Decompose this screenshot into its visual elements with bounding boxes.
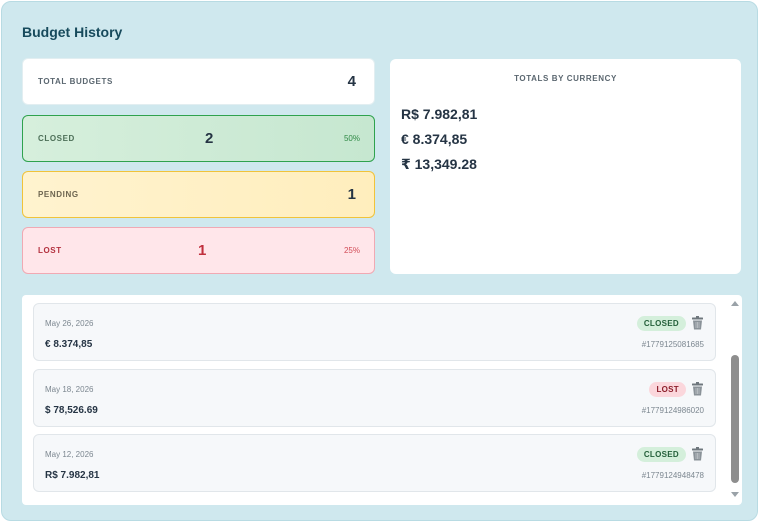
lost-percent: 25% [343,246,360,255]
page-title: Budget History [22,24,123,40]
closed-card: CLOSED 2 50% [22,115,375,162]
list-scrollbar[interactable] [728,295,742,505]
status-badge: CLOSED [636,447,686,462]
budget-history-panel: Budget History TOTAL BUDGETS 4 CLOSED 2 … [1,1,758,521]
pending-card: PENDING 1 [22,171,375,218]
lost-card: LOST 1 25% [22,227,375,274]
pending-value: 1 [347,186,356,203]
budget-entry[interactable]: May 18, 2026 $ 78,526.69 LOST #177912498… [33,369,716,427]
lost-label: LOST [38,246,62,255]
totals-by-currency-card: TOTALS BY CURRENCY R$ 7.982,81 € 8.374,8… [390,59,741,274]
closed-value: 2 [205,130,214,147]
closed-percent: 50% [343,134,360,143]
closed-label: CLOSED [38,134,75,143]
entry-id: #1779124948478 [641,471,704,480]
entry-amount: € 8.374,85 [45,339,93,350]
totals-by-currency-heading: TOTALS BY CURRENCY [514,74,617,83]
lost-value: 1 [198,242,207,259]
currency-total-inr: ₹ 13,349.28 [401,156,477,172]
total-budgets-value: 4 [347,73,356,90]
arrow-up-icon[interactable] [731,301,739,306]
trash-icon[interactable] [691,382,704,396]
currency-total-eur: € 8.374,85 [401,131,468,147]
entry-date: May 26, 2026 [45,319,94,328]
entry-id: #1779125081685 [641,340,704,349]
budget-entry[interactable]: May 12, 2026 R$ 7.982,81 CLOSED #1779124… [33,434,716,492]
entry-amount: R$ 7.982,81 [45,470,100,481]
pending-label: PENDING [38,190,79,199]
budget-entry[interactable]: May 26, 2026 € 8.374,85 CLOSED #17791250… [33,303,716,361]
status-badge: CLOSED [636,316,686,331]
budget-list[interactable]: May 26, 2026 € 8.374,85 CLOSED #17791250… [22,295,742,505]
trash-icon[interactable] [691,447,704,461]
status-badge: LOST [649,382,686,397]
arrow-down-icon[interactable] [731,492,739,497]
scrollbar-thumb[interactable] [731,355,739,483]
entry-id: #1779124986020 [641,406,704,415]
entry-amount: $ 78,526.69 [45,405,98,416]
trash-icon[interactable] [691,316,704,330]
entry-date: May 18, 2026 [45,385,94,394]
currency-total-brl: R$ 7.982,81 [401,106,478,122]
entry-date: May 12, 2026 [45,450,94,459]
total-budgets-card: TOTAL BUDGETS 4 [22,58,375,105]
total-budgets-label: TOTAL BUDGETS [38,77,113,86]
